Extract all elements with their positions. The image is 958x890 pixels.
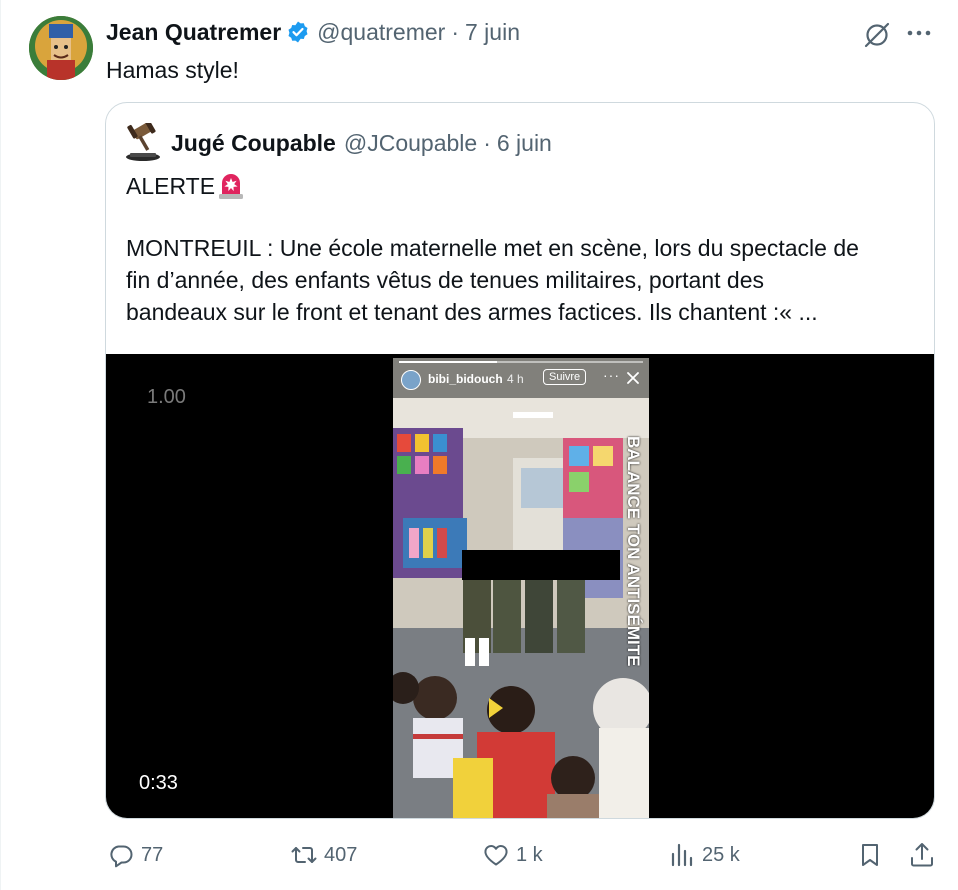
tweet[interactable]: Jean Quatremer @quatremer · 7 juin Hamas…: [0, 0, 958, 890]
quote-body-line: MONTREUIL : Une école maternelle met en …: [126, 235, 859, 261]
author-avatar[interactable]: [29, 16, 93, 80]
playback-speed: 1.00: [147, 386, 186, 408]
share-button[interactable]: [908, 838, 936, 872]
views-count: 25 k: [702, 843, 740, 866]
more-icon[interactable]: [903, 19, 935, 47]
header-separator: ·: [451, 18, 459, 45]
video-frame: BALANCE TON ANTISÉMITE bibi_bidouch 4 h …: [393, 358, 649, 818]
quote-header: Jugé Coupable @JCoupable · 6 juin: [171, 128, 552, 158]
story-progress: [399, 361, 643, 363]
story-overlay-text: BALANCE TON ANTISÉMITE: [624, 436, 643, 667]
story-user-avatar: [401, 370, 421, 390]
story-more-icon: ···: [603, 367, 620, 383]
story-time: 4 h: [507, 372, 524, 386]
author-handle[interactable]: @quatremer: [317, 19, 445, 46]
siren-icon: [217, 171, 245, 201]
views-button[interactable]: 25 k: [668, 838, 740, 872]
quote-alert-line: ALERTE: [126, 170, 245, 202]
retweet-icon: [291, 847, 317, 863]
quote-body: MONTREUIL : Une école maternelle met en …: [126, 232, 926, 328]
tweet-date[interactable]: 7 juin: [465, 19, 520, 46]
classroom-scene: [393, 398, 649, 818]
quote-date[interactable]: 6 juin: [497, 130, 552, 157]
reply-count: 77: [141, 843, 164, 866]
tweet-header: Jean Quatremer @quatremer · 7 juin: [106, 17, 520, 47]
views-icon: [671, 843, 693, 867]
quote-body-line: fin d’année, des enfants vêtus de tenues…: [126, 267, 765, 293]
close-icon: [626, 371, 640, 385]
reply-button[interactable]: 77: [107, 838, 163, 872]
quote-body-line: bandeaux sur le front et tenant des arme…: [126, 299, 818, 325]
bookmark-icon: [862, 844, 878, 866]
quote-header-separator: ·: [483, 129, 491, 156]
retweet-button[interactable]: 407: [290, 838, 357, 872]
author-name[interactable]: Jean Quatremer: [106, 19, 281, 46]
gavel-icon[interactable]: [124, 119, 162, 163]
reply-icon: [110, 845, 133, 868]
story-username: bibi_bidouch: [428, 372, 503, 386]
tweet-text: Hamas style!: [106, 57, 239, 83]
video-player[interactable]: 1.00 BALANCE TON ANTISÉMITE bibi_bidouch…: [106, 354, 934, 818]
bookmark-button[interactable]: [856, 838, 884, 872]
like-button[interactable]: 1 k: [482, 838, 543, 872]
verified-badge-icon: [286, 20, 310, 44]
tweet-actions: 77 407 1 k 25 k: [0, 838, 958, 872]
grok-icon[interactable]: [862, 20, 892, 50]
story-header: bibi_bidouch 4 h Suivre ···: [393, 358, 649, 398]
quote-alert-text: ALERTE: [126, 173, 216, 199]
like-icon: [484, 845, 508, 866]
quoted-tweet[interactable]: Jugé Coupable @JCoupable · 6 juin ALERTE…: [105, 102, 935, 819]
retweet-count: 407: [324, 843, 358, 866]
like-count: 1 k: [516, 843, 543, 866]
avatar-illustration: [29, 16, 93, 80]
share-icon: [911, 843, 933, 867]
quote-author-name[interactable]: Jugé Coupable: [171, 130, 336, 157]
quote-author-handle[interactable]: @JCoupable: [344, 130, 477, 157]
story-follow-button: Suivre: [543, 369, 587, 385]
censor-bar: [462, 550, 620, 580]
video-duration: 0:33: [139, 772, 178, 794]
